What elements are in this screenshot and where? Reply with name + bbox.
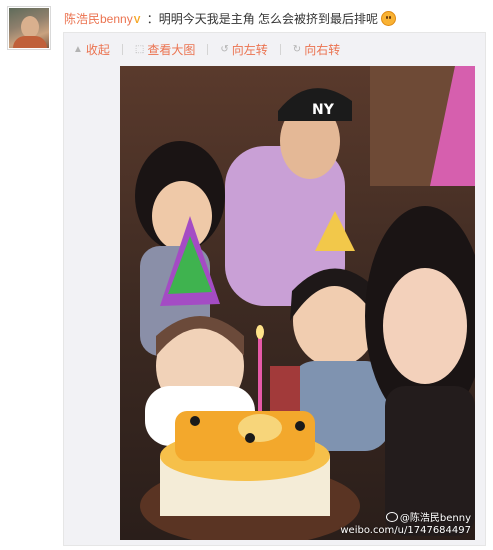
collapse-label: 收起 [85,42,110,57]
rotate-left-icon: ↺ [220,43,229,55]
author-avatar[interactable] [7,6,51,50]
post-photo[interactable]: NY @陈浩民benny weibo.com/u/1747684497 [120,66,475,540]
post-body-text: ：明明今天我是主角 怎么会被挤到最后排呢 [146,12,379,26]
photo-watermark: @陈浩民benny weibo.com/u/1747684497 [340,512,471,537]
post-text-line: 陈浩民bennyV ：明明今天我是主角 怎么会被挤到最后排呢 [64,10,397,28]
photo-illustration: NY [120,66,475,540]
media-toolbar: ▲ 收起 ⬚ 查看大图 ↺ 向左转 ↻ 向右转 [73,41,352,57]
magnify-icon: ⬚ [134,43,145,55]
watermark-url: weibo.com/u/1747684497 [340,525,471,536]
collapse-icon: ▲ [73,43,83,55]
toolbar-divider [279,43,281,55]
view-large-label: 查看大图 [147,42,196,57]
weibo-logo-icon [385,512,398,522]
svg-text:NY: NY [312,102,335,118]
rotate-left-button[interactable]: ↺ 向左转 [220,41,267,58]
toolbar-divider [207,43,209,55]
media-expanded-panel: ▲ 收起 ⬚ 查看大图 ↺ 向左转 ↻ 向右转 NY @陈浩民benny wei… [63,32,486,546]
toolbar-divider [121,43,123,55]
rotate-right-icon: ↻ [292,43,302,55]
rotate-left-label: 向左转 [231,42,268,57]
author-name-link[interactable]: 陈浩民benny [64,12,133,26]
view-large-button[interactable]: ⬚ 查看大图 [135,41,195,58]
rotate-right-button[interactable]: ↻ 向右转 [293,41,340,58]
smile-emoji-icon [381,11,397,26]
verified-v-icon: V [133,15,141,26]
watermark-name: @陈浩民benny [399,513,471,524]
rotate-right-label: 向右转 [304,42,341,57]
collapse-button[interactable]: ▲ 收起 [73,41,110,58]
avatar-image [9,8,49,48]
